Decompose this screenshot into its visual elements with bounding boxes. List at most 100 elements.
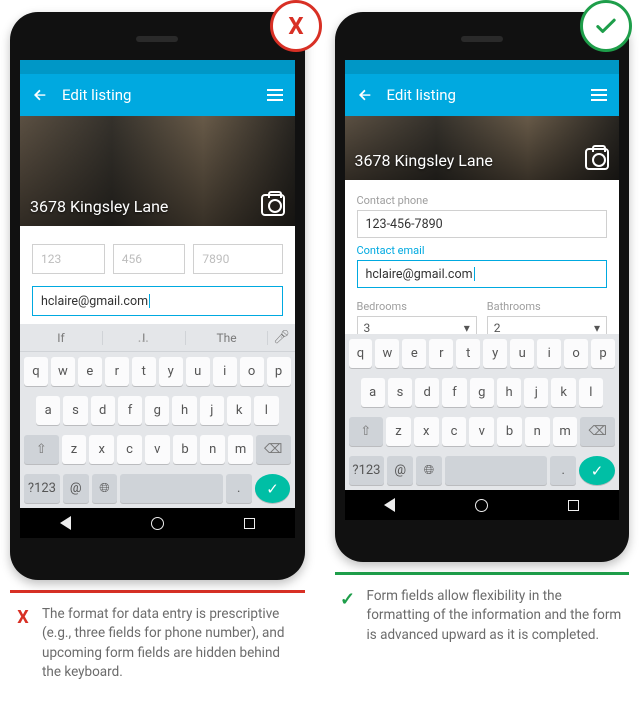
- key-z[interactable]: z: [386, 417, 411, 446]
- suggestion-1[interactable]: If: [20, 331, 103, 345]
- check-icon: [592, 12, 620, 40]
- key-b[interactable]: b: [497, 417, 522, 446]
- key-w[interactable]: w: [375, 339, 399, 368]
- numeric-key[interactable]: ?123: [349, 456, 385, 485]
- globe-key[interactable]: 🌐︎: [92, 474, 118, 503]
- key-c[interactable]: c: [117, 435, 142, 464]
- suggestion-3[interactable]: The: [186, 331, 269, 345]
- key-row-1: qwertyuiop: [345, 334, 620, 373]
- key-k[interactable]: k: [227, 396, 251, 425]
- key-u[interactable]: u: [510, 339, 534, 368]
- nav-recents-icon[interactable]: [244, 518, 255, 529]
- nav-recents-icon[interactable]: [568, 500, 579, 511]
- nav-home-icon[interactable]: [475, 499, 488, 512]
- key-z[interactable]: z: [62, 435, 87, 464]
- key-i[interactable]: i: [213, 357, 237, 386]
- key-o[interactable]: o: [564, 339, 588, 368]
- key-y[interactable]: y: [159, 357, 183, 386]
- key-a[interactable]: a: [36, 396, 60, 425]
- back-arrow-icon[interactable]: [357, 87, 373, 103]
- space-key[interactable]: [120, 474, 223, 503]
- space-key[interactable]: [445, 456, 548, 485]
- back-arrow-icon[interactable]: [32, 87, 48, 103]
- backspace-key[interactable]: ⌫: [256, 435, 291, 464]
- key-e[interactable]: e: [402, 339, 426, 368]
- app-bar: Edit listing: [20, 74, 295, 116]
- phone-part-3[interactable]: 7890: [193, 244, 282, 274]
- key-j[interactable]: j: [524, 378, 548, 407]
- key-n[interactable]: n: [200, 435, 225, 464]
- nav-back-icon[interactable]: [60, 516, 71, 530]
- key-m[interactable]: m: [228, 435, 253, 464]
- key-f[interactable]: f: [442, 378, 466, 407]
- key-u[interactable]: u: [186, 357, 210, 386]
- phone-part-2[interactable]: 456: [113, 244, 186, 274]
- nav-back-icon[interactable]: [384, 498, 395, 512]
- key-p[interactable]: p: [267, 357, 291, 386]
- at-key[interactable]: @: [63, 474, 89, 503]
- suggestion-2[interactable]: I•••: [103, 331, 186, 345]
- shift-key[interactable]: ⇧: [349, 417, 384, 446]
- key-g[interactable]: g: [145, 396, 169, 425]
- key-p[interactable]: p: [591, 339, 615, 368]
- caption-do: ✓ Form fields allow flexibility in the f…: [335, 575, 630, 646]
- nav-home-icon[interactable]: [151, 517, 164, 530]
- key-r[interactable]: r: [429, 339, 453, 368]
- key-h[interactable]: h: [172, 396, 196, 425]
- key-l[interactable]: l: [579, 378, 603, 407]
- key-q[interactable]: q: [349, 339, 373, 368]
- hamburger-icon[interactable]: [267, 89, 283, 101]
- hamburger-icon[interactable]: [591, 89, 607, 101]
- key-v[interactable]: v: [145, 435, 170, 464]
- key-y[interactable]: y: [483, 339, 507, 368]
- key-l[interactable]: l: [254, 396, 278, 425]
- key-s[interactable]: s: [63, 396, 87, 425]
- key-s[interactable]: s: [388, 378, 412, 407]
- key-e[interactable]: e: [78, 357, 102, 386]
- key-x[interactable]: x: [414, 417, 439, 446]
- key-b[interactable]: b: [173, 435, 198, 464]
- key-x[interactable]: x: [89, 435, 114, 464]
- key-d[interactable]: d: [415, 378, 439, 407]
- globe-key[interactable]: 🌐︎: [416, 456, 442, 485]
- enter-key[interactable]: ✓: [579, 456, 615, 485]
- period-key[interactable]: .: [550, 456, 576, 485]
- key-i[interactable]: i: [537, 339, 561, 368]
- backspace-key[interactable]: ⌫: [580, 417, 615, 446]
- phone-part-1[interactable]: 123: [32, 244, 105, 274]
- key-t[interactable]: t: [456, 339, 480, 368]
- key-m[interactable]: m: [553, 417, 578, 446]
- shift-key[interactable]: ⇧: [24, 435, 59, 464]
- key-a[interactable]: a: [361, 378, 385, 407]
- numeric-key[interactable]: ?123: [24, 474, 60, 503]
- email-input[interactable]: hclaire@gmail.com: [32, 286, 283, 316]
- key-k[interactable]: k: [551, 378, 575, 407]
- key-q[interactable]: q: [24, 357, 48, 386]
- caption-dont-icon: X: [14, 605, 32, 683]
- phone-label: Contact phone: [357, 194, 608, 207]
- key-f[interactable]: f: [118, 396, 142, 425]
- key-h[interactable]: h: [497, 378, 521, 407]
- mic-icon[interactable]: 🎤︎: [268, 330, 294, 345]
- key-d[interactable]: d: [91, 396, 115, 425]
- phone-input[interactable]: 123-456-7890: [357, 210, 608, 238]
- phone-speaker: [461, 36, 503, 42]
- key-c[interactable]: c: [442, 417, 467, 446]
- key-r[interactable]: r: [105, 357, 129, 386]
- key-row-2: asdfghjkl: [20, 391, 295, 430]
- caption-do-icon: ✓: [339, 587, 357, 646]
- key-n[interactable]: n: [525, 417, 550, 446]
- camera-icon[interactable]: [261, 194, 285, 216]
- key-v[interactable]: v: [469, 417, 494, 446]
- key-t[interactable]: t: [132, 357, 156, 386]
- period-key[interactable]: .: [226, 474, 252, 503]
- text-cursor: [474, 267, 475, 281]
- camera-icon[interactable]: [585, 148, 609, 170]
- key-o[interactable]: o: [240, 357, 264, 386]
- at-key[interactable]: @: [387, 456, 413, 485]
- enter-key[interactable]: ✓: [255, 474, 291, 503]
- key-j[interactable]: j: [200, 396, 224, 425]
- email-input[interactable]: hclaire@gmail.com: [357, 260, 608, 288]
- key-w[interactable]: w: [51, 357, 75, 386]
- key-g[interactable]: g: [470, 378, 494, 407]
